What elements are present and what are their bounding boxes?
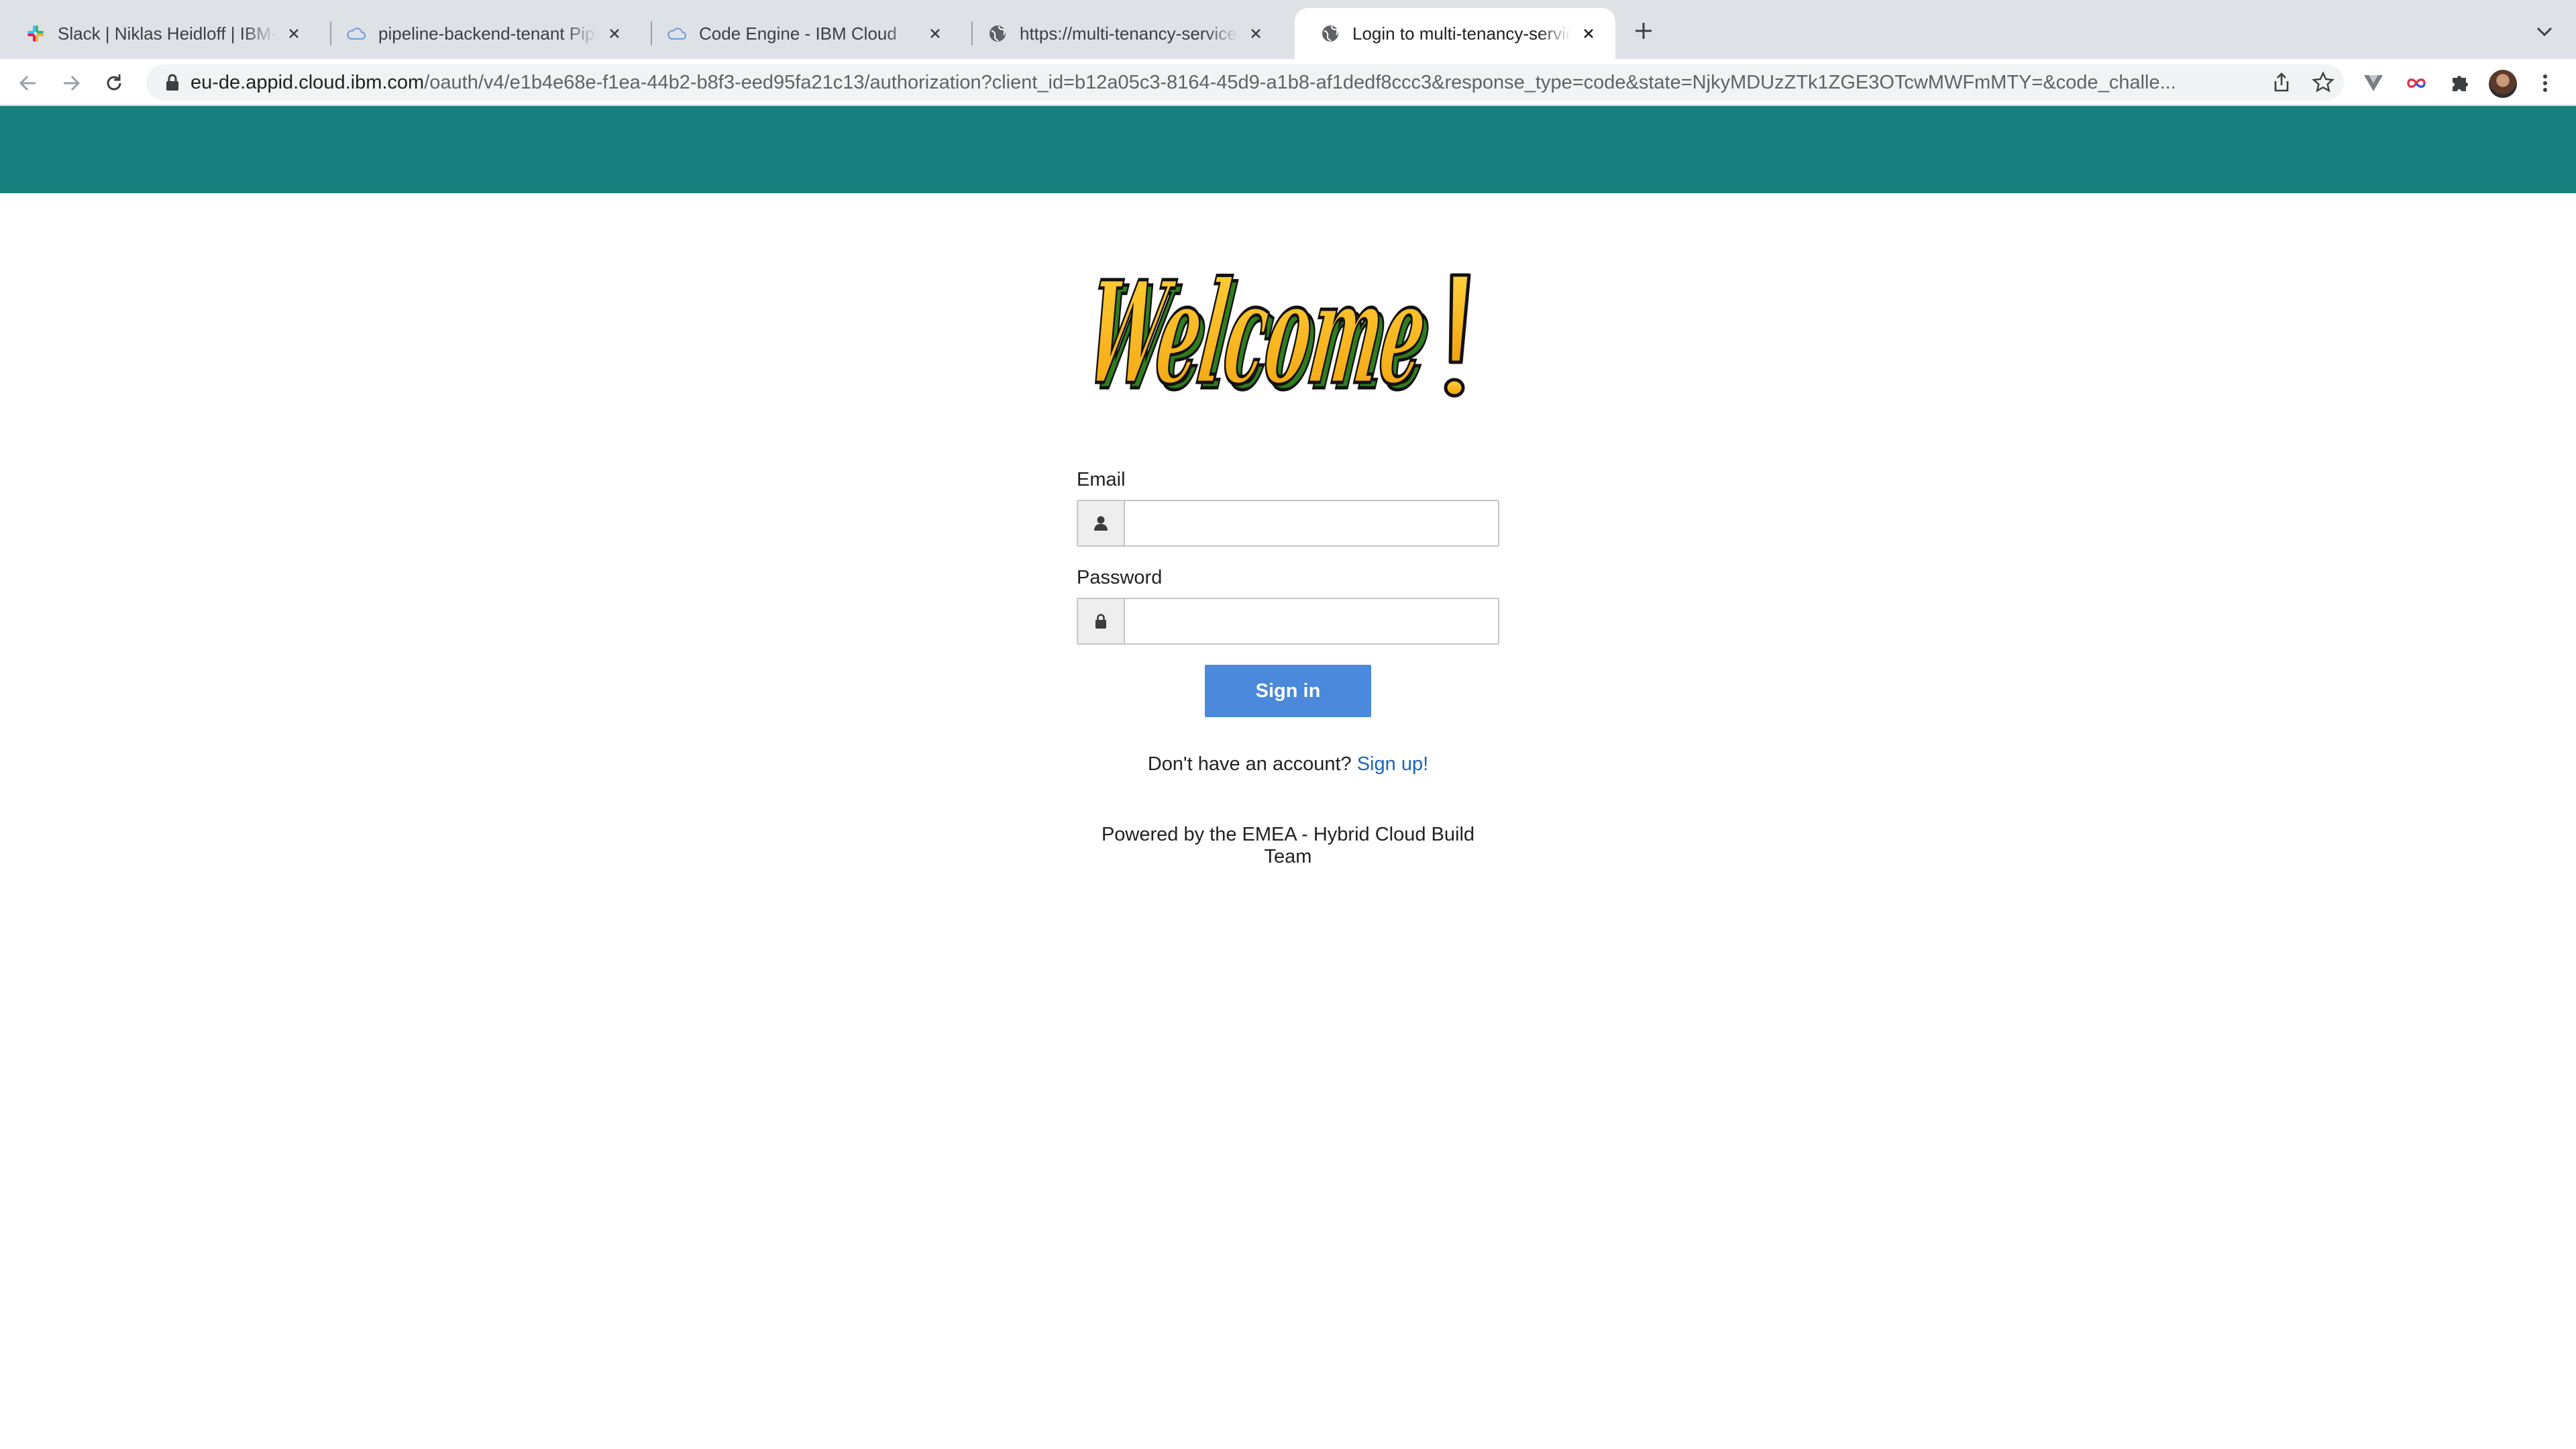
url-path: /oauth/v4/e1b4e68e-f1ea-44b2-b8f3-eed95f… xyxy=(424,72,2176,93)
globe-icon xyxy=(1320,23,1340,44)
user-icon xyxy=(1078,501,1125,545)
password-field[interactable] xyxy=(1125,599,1498,643)
puzzle-icon[interactable] xyxy=(2446,70,2473,97)
url-host: eu-de.appid.cloud.ibm.com xyxy=(191,72,425,93)
powered-by-text: Powered by the EMEA - Hybrid Cloud Build… xyxy=(1101,824,1475,867)
extension-vue-icon[interactable] xyxy=(2360,70,2387,97)
address-bar[interactable]: eu-de.appid.cloud.ibm.com/oauth/v4/e1b4e… xyxy=(146,64,2344,101)
more-menu-button[interactable] xyxy=(2532,70,2559,97)
forward-button[interactable] xyxy=(56,68,86,98)
signup-prompt-text: Don't have an account? xyxy=(1147,753,1352,775)
tab-title: Code Engine - IBM Cloud xyxy=(699,23,897,44)
tab-search-button[interactable] xyxy=(2533,20,2556,43)
password-input-group xyxy=(1077,598,1499,645)
close-icon[interactable] xyxy=(1245,23,1267,44)
cloud-icon xyxy=(667,23,687,44)
url-text[interactable]: eu-de.appid.cloud.ibm.com/oauth/v4/e1b4e… xyxy=(191,64,2257,101)
lock-icon[interactable] xyxy=(164,73,181,92)
sign-up-link[interactable]: Sign up! xyxy=(1357,753,1428,775)
browser-toolbar: eu-de.appid.cloud.ibm.com/oauth/v4/e1b4e… xyxy=(0,59,2576,106)
reload-button[interactable] xyxy=(99,68,129,98)
avatar[interactable] xyxy=(2489,70,2517,98)
cloud-icon xyxy=(346,23,366,44)
tab-title: Login to multi-tenancy-service xyxy=(1352,23,1571,44)
login-form: Email Password Sign in Don't have an acc… xyxy=(1077,466,1499,868)
close-icon[interactable] xyxy=(283,23,305,44)
chevron-down-icon xyxy=(2536,27,2553,37)
globe-icon xyxy=(987,23,1008,44)
close-icon[interactable] xyxy=(1578,23,1599,44)
close-icon[interactable] xyxy=(604,23,625,44)
lock-icon xyxy=(1078,599,1125,643)
more-vertical-icon xyxy=(2543,74,2547,92)
password-label: Password xyxy=(1077,567,1163,588)
email-input-group xyxy=(1077,500,1499,547)
tab-multi-tenancy-service[interactable]: https://multi-tenancy-service-b xyxy=(962,8,1283,59)
tab-title: Slack | Niklas Heidloff | IBM-Cl xyxy=(58,23,276,44)
close-icon[interactable] xyxy=(924,23,946,44)
tab-login[interactable]: Login to multi-tenancy-service xyxy=(1295,8,1615,59)
welcome-logo: Welcome Welcome xyxy=(1093,256,1471,411)
tab-title: https://multi-tenancy-service-b xyxy=(1020,23,1238,44)
tab-code-engine[interactable]: Code Engine - IBM Cloud xyxy=(641,8,962,59)
svg-text:Welcome: Welcome xyxy=(1093,256,1436,411)
plus-icon xyxy=(1635,23,1652,39)
extension-infinity-icon[interactable] xyxy=(2403,70,2430,97)
page-header-bar xyxy=(0,106,2576,193)
back-button[interactable] xyxy=(13,68,43,98)
tab-title: pipeline-backend-tenant Pipeli xyxy=(378,23,597,44)
email-field[interactable] xyxy=(1125,501,1498,545)
slack-icon xyxy=(25,23,46,44)
arrow-right-icon xyxy=(64,75,80,91)
tab-pipeline[interactable]: pipeline-backend-tenant Pipeli xyxy=(321,8,641,59)
sign-in-button[interactable]: Sign in xyxy=(1205,665,1371,717)
share-icon[interactable] xyxy=(2270,71,2293,94)
arrow-left-icon xyxy=(19,75,36,91)
email-label: Email xyxy=(1077,469,1126,490)
star-icon[interactable] xyxy=(2312,71,2334,94)
signup-prompt-line: Don't have an account? Sign up! xyxy=(1077,753,1499,775)
tab-strip: Slack | Niklas Heidloff | IBM-Cl pipelin… xyxy=(0,0,2576,59)
tab-slack[interactable]: Slack | Niklas Heidloff | IBM-Cl xyxy=(0,8,321,59)
new-tab-button[interactable] xyxy=(1631,19,1656,43)
reload-icon xyxy=(107,74,121,91)
